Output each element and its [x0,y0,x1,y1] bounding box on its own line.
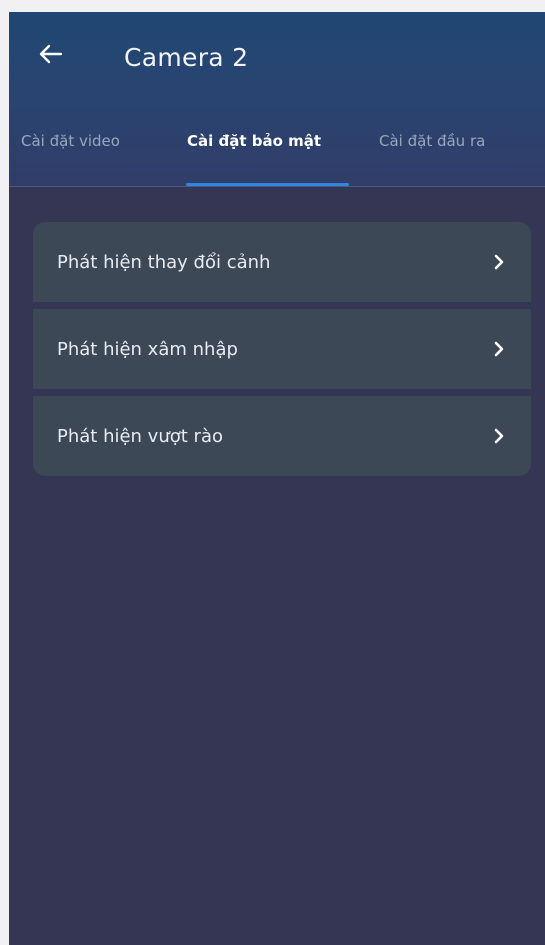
page-title: Camera 2 [124,43,249,72]
list-item-label: Phát hiện xâm nhập [57,338,238,360]
app-header: Camera 2 Cài đặt video Cài đặt bảo mật C… [9,12,545,186]
app-screen: Camera 2 Cài đặt video Cài đặt bảo mật C… [9,12,545,945]
arrow-left-icon [39,44,63,68]
security-settings-list: Phát hiện thay đổi cảnh Phát hiện xâm nh… [33,222,531,476]
chevron-right-icon [491,254,507,270]
list-item-scene-change-detection[interactable]: Phát hiện thay đổi cảnh [33,222,531,302]
tab-video-settings[interactable]: Cài đặt video [21,126,120,156]
tabs-divider [9,186,545,187]
back-button[interactable] [31,36,71,76]
chevron-right-icon [491,428,507,444]
settings-tabs: Cài đặt video Cài đặt bảo mật Cài đặt đầ… [9,118,545,186]
list-item-label: Phát hiện thay đổi cảnh [57,251,271,273]
list-item-line-crossing-detection[interactable]: Phát hiện vượt rào [33,396,531,476]
list-item-label: Phát hiện vượt rào [57,425,223,447]
status-bar [9,12,545,22]
tab-output-settings[interactable]: Cài đặt đầu ra [379,126,485,156]
list-item-intrusion-detection[interactable]: Phát hiện xâm nhập [33,309,531,389]
chevron-right-icon [491,341,507,357]
tab-security-settings[interactable]: Cài đặt bảo mật [187,126,321,156]
